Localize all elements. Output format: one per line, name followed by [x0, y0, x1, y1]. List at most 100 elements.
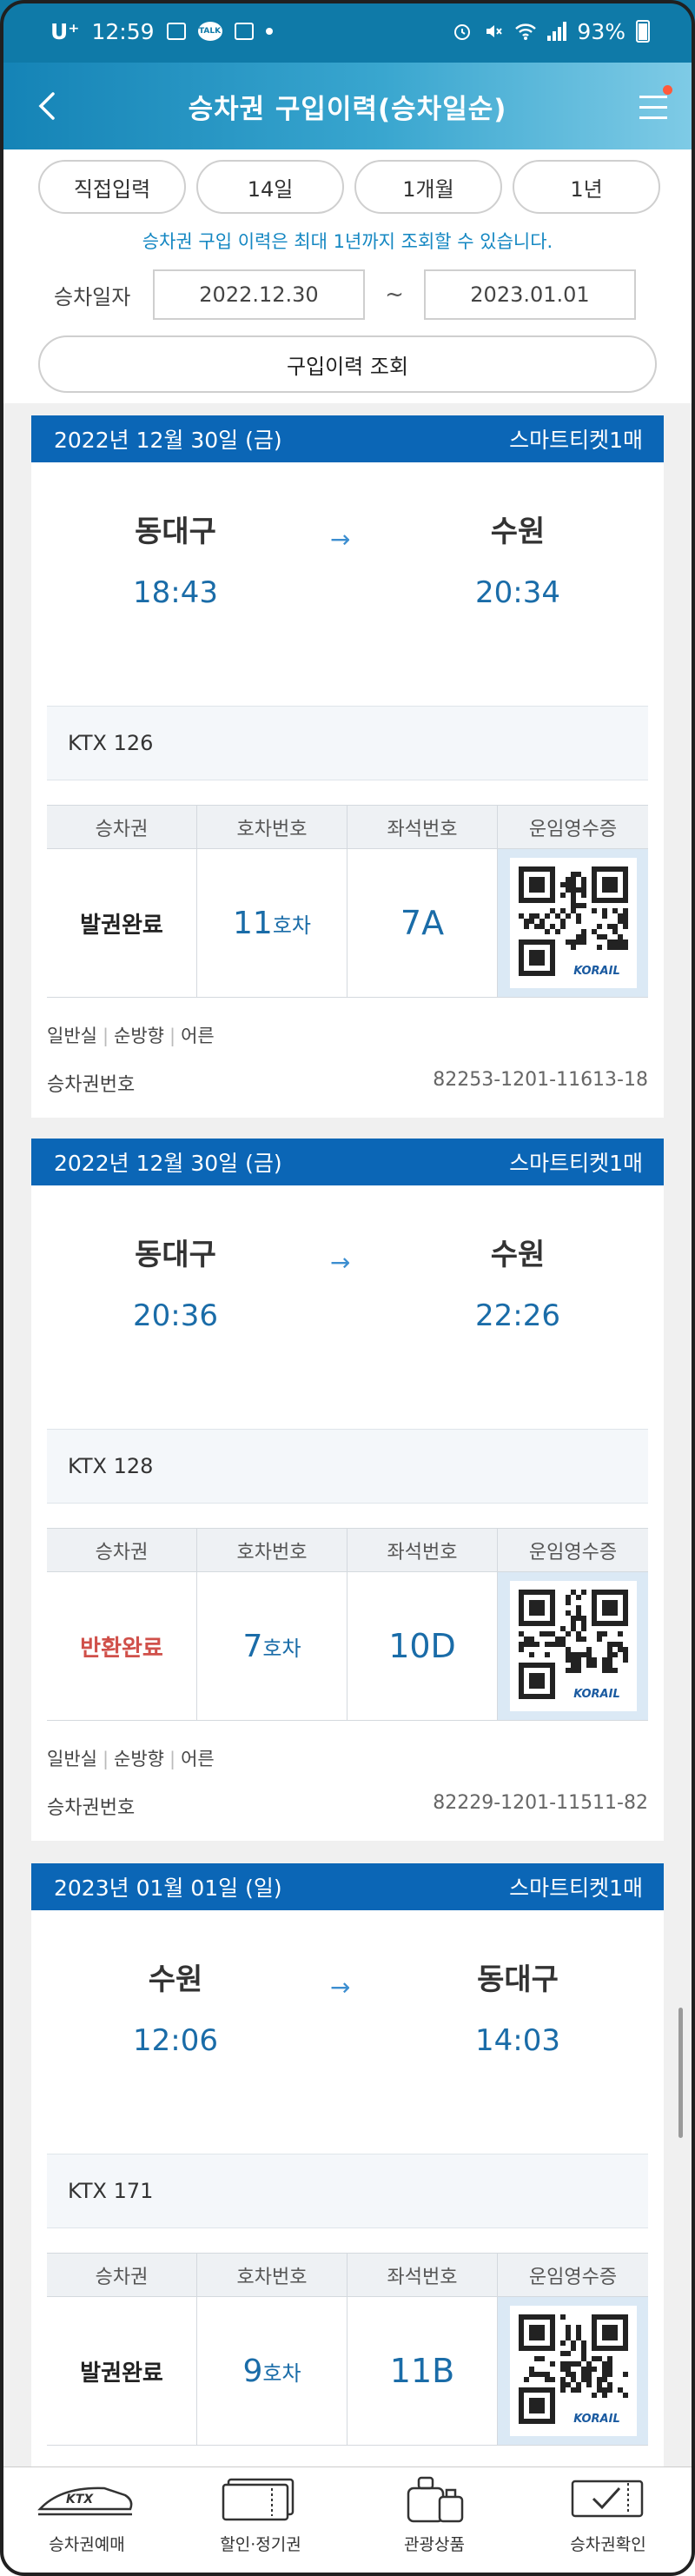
ticket-table: 승차권 호차번호 좌석번호 운임영수증 반환완료 7 호차 10D KORAIL: [47, 1528, 648, 1721]
range-separator: ~: [385, 282, 404, 308]
car-number: 11 호차: [197, 849, 348, 997]
table-header: 승차권 호차번호 좌석번호 운임영수증: [47, 2253, 648, 2296]
nav-ticket-check[interactable]: 승차권확인: [521, 2467, 695, 2576]
ticket-table: 승차권 호차번호 좌석번호 운임영수증 발권완료 9 호차 11B KORAIL: [47, 2253, 648, 2446]
seat-number: 10D: [388, 1627, 456, 1665]
gallery-icon: [166, 23, 186, 40]
table-row: 발권완료 9 호차 11B KORAIL: [47, 2296, 648, 2446]
receipt-qr[interactable]: KORAIL: [498, 849, 648, 997]
mute-icon: [486, 25, 503, 37]
travel-date: 2022년 12월 30일 (금): [54, 1151, 282, 1176]
start-date-field[interactable]: [153, 269, 365, 320]
departure-time: 18:43: [133, 575, 218, 610]
table-row: 반환완료 7 호차 10D KORAIL: [47, 1571, 648, 1721]
departure-station: 동대구: [135, 1238, 216, 1272]
ticket-card[interactable]: 2023년 01월 01일 (일) 스마트티켓1매 수원 → 동대구 12:06…: [31, 1863, 664, 2466]
departure-station: 동대구: [135, 515, 216, 549]
nav-discount-pass[interactable]: 할인·정기권: [174, 2467, 348, 2576]
svg-text:KTX: KTX: [66, 2493, 94, 2506]
nav-ticket-booking[interactable]: KTX 승차권예매: [0, 2467, 174, 2576]
ticket-table: 승차권 호차번호 좌석번호 운임영수증 발권완료 11 호차 7A KORAIL: [47, 805, 648, 998]
period-note: 승차권 구입 이력은 최대 1년까지 조회할 수 있습니다.: [142, 231, 553, 252]
chevron-left-icon: [38, 92, 55, 120]
chip-14-days[interactable]: 14일: [196, 160, 344, 214]
svg-text:KORAIL: KORAIL: [573, 1688, 620, 1701]
seat-number: 7A: [400, 904, 445, 942]
app-header: 승차권 구입이력(승차일순): [0, 63, 695, 149]
ticket-number: 82253-1201-11613-18: [433, 1069, 648, 1091]
alarm-icon: [454, 24, 471, 40]
arrow-right-icon: →: [330, 525, 351, 554]
nav-tour-products[interactable]: 관광상품: [348, 2467, 521, 2576]
end-date-field[interactable]: [424, 269, 636, 320]
hamburger-icon: [639, 96, 667, 98]
ticket-check-icon: [569, 2474, 647, 2523]
ticket-number: 82229-1201-11511-82: [433, 1792, 648, 1814]
arrival-station: 수원: [490, 515, 546, 549]
route: 동대구 → 수원 18:43 20:34: [31, 462, 664, 643]
travel-date: 2023년 01월 01일 (일): [54, 1876, 282, 1901]
table-header: 승차권 호차번호 좌석번호 운임영수증: [47, 1528, 648, 1571]
date-label: 승차일자: [54, 284, 131, 309]
departure-time: 12:06: [133, 2023, 218, 2058]
back-button[interactable]: [26, 85, 68, 127]
ktx-train-icon: KTX: [35, 2474, 139, 2523]
ticket-options: 일반실 | 순방향 | 어른: [47, 1749, 215, 1769]
clock: 12:59: [91, 18, 155, 44]
departure-time: 20:36: [133, 1298, 218, 1333]
receipt-qr[interactable]: KORAIL: [498, 2297, 648, 2445]
svg-text:KORAIL: KORAIL: [573, 2413, 620, 2426]
departure-station: 수원: [148, 1962, 203, 1997]
ticket-card[interactable]: 2022년 12월 30일 (금) 스마트티켓1매 동대구 → 수원 18:43…: [31, 415, 664, 1118]
period-chips: 직접입력 14일 1개월 1년: [38, 160, 660, 214]
ticket-type: 스마트티켓1매: [509, 1876, 643, 1901]
talk-icon: TALK: [197, 22, 222, 41]
bottom-navigation: KTX 승차권예매 할인·정기권 관광상품 승차권확인: [0, 2466, 695, 2576]
arrival-station: 수원: [490, 1238, 546, 1272]
search-history-button[interactable]: 구입이력 조회: [38, 335, 657, 393]
chip-direct-input[interactable]: 직접입력: [38, 160, 186, 214]
page-title: 승차권 구입이력(승차일순): [188, 93, 507, 125]
chip-1-month[interactable]: 1개월: [354, 160, 502, 214]
ticket-number-row: 승차권번호 82253-1201-11613-18: [47, 1069, 648, 1096]
card-header: 2022년 12월 30일 (금) 스마트티켓1매: [31, 415, 664, 462]
menu-button[interactable]: [632, 85, 674, 127]
more-notifications-icon: [265, 28, 273, 35]
train-number: KTX 171: [47, 2154, 648, 2228]
ticket-status: 발권완료: [80, 2360, 163, 2387]
ticket-number-row: 승차권번호 82229-1201-11511-82: [47, 1792, 648, 1819]
arrow-right-icon: →: [330, 1973, 351, 2002]
battery-icon: [636, 20, 650, 43]
signal-icon: [547, 22, 567, 41]
arrival-station: 동대구: [477, 1962, 559, 1997]
date-range: 승차일자 ~: [54, 269, 636, 320]
car-number: 9 호차: [197, 2297, 348, 2445]
qr-code-icon: KORAIL: [509, 858, 637, 988]
wifi-icon: [515, 23, 537, 40]
qr-code-icon: KORAIL: [509, 2306, 637, 2436]
luggage-icon: [400, 2474, 469, 2523]
svg-text:KORAIL: KORAIL: [573, 965, 620, 978]
ticket-type: 스마트티켓1매: [509, 428, 643, 453]
ticket-type: 스마트티켓1매: [509, 1151, 643, 1176]
ticket-pass-icon: [222, 2474, 300, 2523]
arrival-time: 22:26: [475, 1298, 560, 1333]
ticket-status: 반환완료: [80, 1635, 163, 1662]
receipt-qr[interactable]: KORAIL: [498, 1572, 648, 1720]
travel-date: 2022년 12월 30일 (금): [54, 428, 282, 453]
arrival-time: 14:03: [475, 2023, 560, 2058]
status-bar: U⁺ 12:59 TALK 93%: [0, 0, 695, 63]
table-row: 발권완료 11 호차 7A KORAIL: [47, 848, 648, 998]
seat-number: 11B: [389, 2352, 455, 2390]
notification-badge: [663, 85, 672, 95]
ticket-options: 일반실 | 순방향 | 어른: [47, 1026, 215, 1046]
ticket-card[interactable]: 2022년 12월 30일 (금) 스마트티켓1매 동대구 → 수원 20:36…: [31, 1139, 664, 1841]
route: 수원 → 동대구 12:06 14:03: [31, 1910, 664, 2091]
arrival-time: 20:34: [475, 575, 560, 610]
chip-1-year[interactable]: 1년: [513, 160, 660, 214]
ticket-status: 발권완료: [80, 912, 163, 939]
scrollbar-thumb[interactable]: [678, 2008, 683, 2138]
car-number: 7 호차: [197, 1572, 348, 1720]
arrow-right-icon: →: [330, 1248, 351, 1277]
card-header: 2023년 01월 01일 (일) 스마트티켓1매: [31, 1863, 664, 1910]
